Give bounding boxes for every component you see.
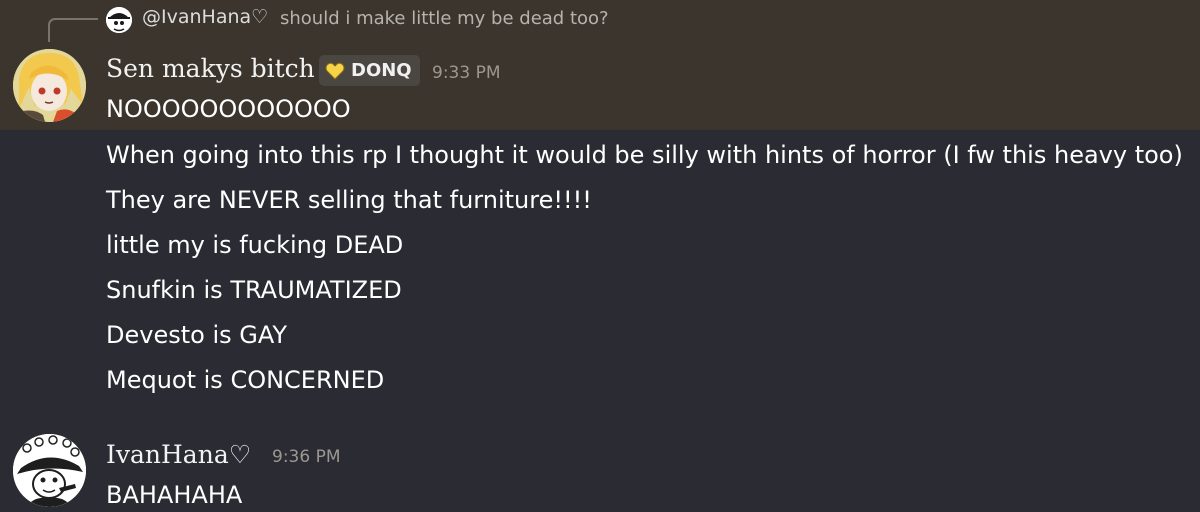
avatar[interactable] [13,49,86,122]
reply-avatar[interactable] [106,7,132,33]
heart-icon [325,62,345,80]
message-line: little my is fucking DEAD [106,231,404,259]
message-line: Mequot is CONCERNED [106,366,385,394]
message-author[interactable]: IvanHana♡ [106,440,251,469]
message-line: BAHAHAHA [106,481,243,509]
message-line: NOOOOOOOOOOOO [106,95,351,123]
chat-messages: @IvanHana♡ should i make little my be de… [0,0,1200,512]
reply-spine [48,18,98,42]
message-author[interactable]: Sen makys bitch [106,54,315,83]
message-timestamp[interactable]: 9:33 PM [432,63,501,83]
message-line: Devesto is GAY [106,321,288,349]
server-tag[interactable]: DONQ [319,55,420,86]
message-line: When going into this rp I thought it wou… [106,141,1183,169]
message-line: They are NEVER selling that furniture!!!… [106,186,592,214]
avatar[interactable] [13,434,86,507]
message-line: Snufkin is TRAUMATIZED [106,276,402,304]
reply-username[interactable]: @IvanHana♡ [142,6,268,28]
reply-preview-text[interactable]: should i make little my be dead too? [280,8,609,29]
highlighted-message[interactable]: @IvanHana♡ should i make little my be de… [0,0,1200,130]
server-tag-label: DONQ [351,60,412,81]
message-timestamp[interactable]: 9:36 PM [272,447,341,467]
